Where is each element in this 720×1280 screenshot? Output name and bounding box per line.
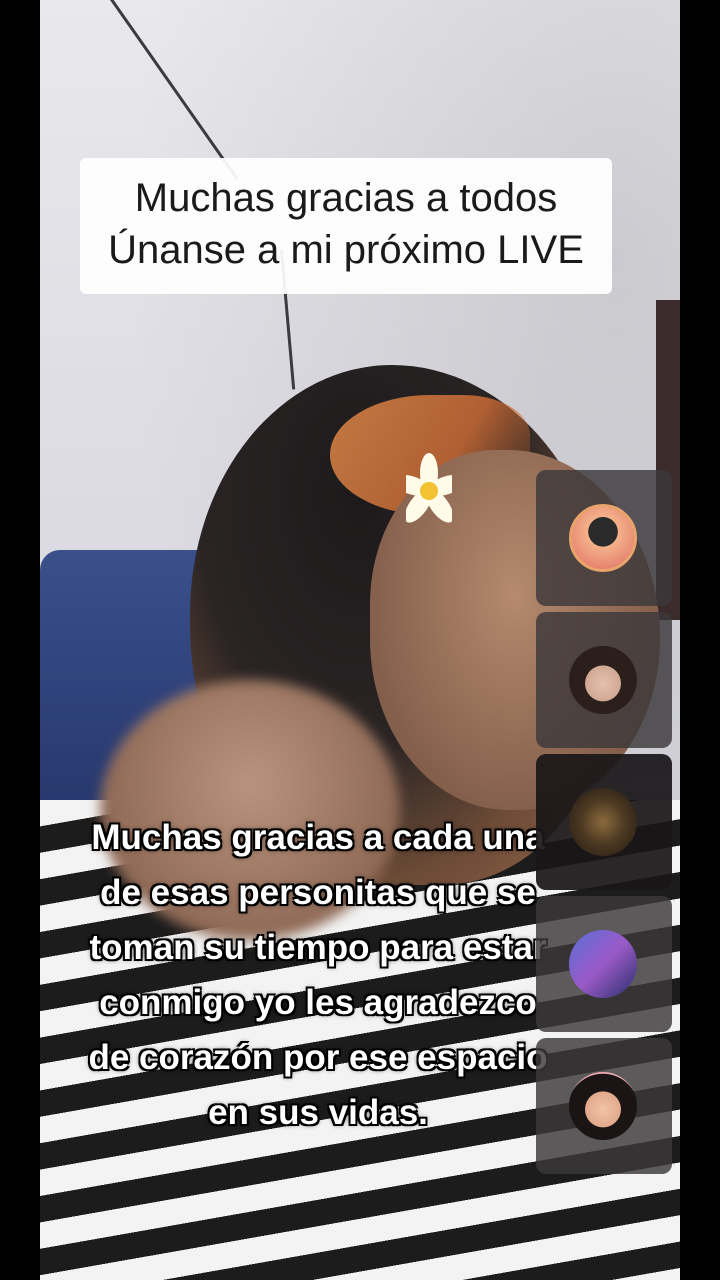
live-guest-panel xyxy=(536,470,672,1180)
guest-avatar[interactable] xyxy=(569,504,637,572)
guest-tile[interactable] xyxy=(536,470,672,606)
caption-line: Muchas gracias a cada una xyxy=(91,818,545,857)
guest-tile[interactable] xyxy=(536,754,672,890)
caption-line: de esas personitas que se xyxy=(100,873,536,912)
guest-tile[interactable] xyxy=(536,896,672,1032)
caption-bottom: Muchas gracias a cada una de esas person… xyxy=(58,810,578,1140)
guest-avatar[interactable] xyxy=(569,930,637,998)
caption-top-line1: Muchas gracias a todos xyxy=(134,176,558,220)
guest-avatar[interactable] xyxy=(569,646,637,714)
caption-line: de corazón por ese espacio xyxy=(88,1038,548,1077)
caption-line: en sus vidas. xyxy=(208,1093,428,1132)
guest-avatar[interactable] xyxy=(569,788,637,856)
caption-line: toman su tiempo para estar xyxy=(89,928,547,967)
guest-tile[interactable] xyxy=(536,1038,672,1174)
caption-top: Muchas gracias a todos Únanse a mi próxi… xyxy=(80,158,612,294)
guest-tile[interactable] xyxy=(536,612,672,748)
caption-line: conmigo yo les agradezco xyxy=(99,983,537,1022)
flower-icon xyxy=(406,453,452,523)
guest-avatar[interactable] xyxy=(569,1072,637,1140)
caption-top-line2: Únanse a mi próximo LIVE xyxy=(108,228,584,272)
